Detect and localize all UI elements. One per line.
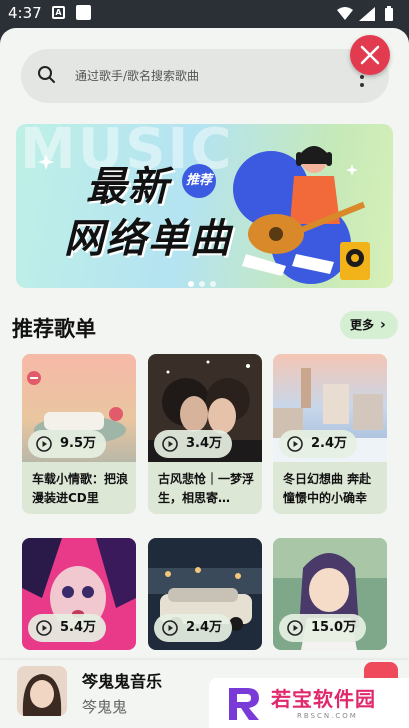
play-count: 2.4万	[186, 620, 223, 635]
watermark-subtext: RBSCN.COM	[297, 712, 358, 720]
play-count-badge: 5.4万	[28, 614, 107, 642]
watermark-logo-icon	[229, 688, 259, 720]
play-count: 3.4万	[186, 436, 223, 451]
banner-carousel[interactable]: MUSIC 最新 网络单曲 推荐	[16, 124, 393, 288]
banner-dot[interactable]	[199, 281, 205, 287]
main-sheet: MUSIC 最新 网络单曲 推荐 推荐歌单 更多	[0, 28, 409, 728]
play-count: 2.4万	[311, 436, 348, 451]
play-circle-icon	[162, 436, 178, 452]
play-count: 15.0万	[311, 620, 357, 635]
wifi-icon	[337, 7, 353, 20]
banner-page-indicator	[188, 272, 221, 288]
play-count: 5.4万	[60, 620, 97, 635]
play-count-badge: 9.5万	[28, 430, 107, 458]
banner-title-line1: 最新	[86, 164, 170, 210]
notification-a-icon: A	[52, 6, 65, 19]
chevron-right-icon: ›	[380, 317, 386, 333]
status-bar: 4:37 A	[0, 0, 409, 28]
status-icons	[337, 6, 393, 21]
playlist-card[interactable]: 3.4万 古风悲怆｜一梦浮生，相思寄…	[148, 354, 262, 514]
playlist-card[interactable]: 9.5万 车载小情歌：把浪漫装进CD里	[22, 354, 136, 514]
play-count: 9.5万	[60, 436, 97, 451]
play-circle-icon	[36, 620, 52, 636]
playlist-card[interactable]: 15.0万	[273, 538, 387, 650]
signal-icon	[359, 7, 375, 21]
banner-title-line2: 网络单曲	[64, 216, 232, 262]
status-time: 4:37	[8, 4, 42, 22]
playlist-card[interactable]: 2.4万 冬日幻想曲 奔赴憧憬中的小确幸	[273, 354, 387, 514]
player-cover	[17, 666, 67, 716]
close-icon	[360, 45, 380, 65]
watermark-text: 若宝软件园	[271, 687, 376, 711]
banner-badge: 推荐	[182, 164, 216, 198]
battery-icon	[385, 6, 393, 21]
play-circle-icon	[287, 436, 303, 452]
close-button[interactable]	[350, 35, 390, 75]
player-title: 笒鬼鬼音乐	[82, 672, 163, 691]
more-button-label: 更多	[350, 318, 375, 332]
play-count-badge: 2.4万	[154, 614, 233, 642]
playlist-title: 车载小情歌：把浪漫装进CD里	[32, 472, 129, 505]
play-count-badge: 2.4万	[279, 430, 358, 458]
banner-dot[interactable]	[210, 281, 216, 287]
more-button[interactable]: 更多 ›	[340, 311, 398, 339]
play-circle-icon	[287, 620, 303, 636]
watermark: 若宝软件园 RBSCN.COM	[209, 678, 409, 728]
play-circle-icon	[36, 436, 52, 452]
player-artist: 笒鬼鬼	[82, 698, 128, 716]
search-input[interactable]	[75, 65, 345, 87]
play-count-badge: 3.4万	[154, 430, 233, 458]
playlist-title: 冬日幻想曲 奔赴憧憬中的小确幸	[283, 472, 372, 505]
banner-dot[interactable]	[188, 281, 194, 287]
section-title: 推荐歌单	[12, 317, 96, 341]
play-count-badge: 15.0万	[279, 614, 367, 642]
play-circle-icon	[162, 620, 178, 636]
search-bar[interactable]	[21, 49, 389, 103]
playlist-title: 古风悲怆｜一梦浮生，相思寄…	[158, 472, 255, 505]
playlist-card[interactable]: 5.4万	[22, 538, 136, 650]
playlist-card[interactable]: 2.4万	[148, 538, 262, 650]
notification-square-icon	[76, 5, 91, 20]
search-icon[interactable]	[37, 65, 57, 85]
banner-sparkle-icon	[38, 154, 54, 170]
guitar-player-illustration	[233, 146, 370, 284]
